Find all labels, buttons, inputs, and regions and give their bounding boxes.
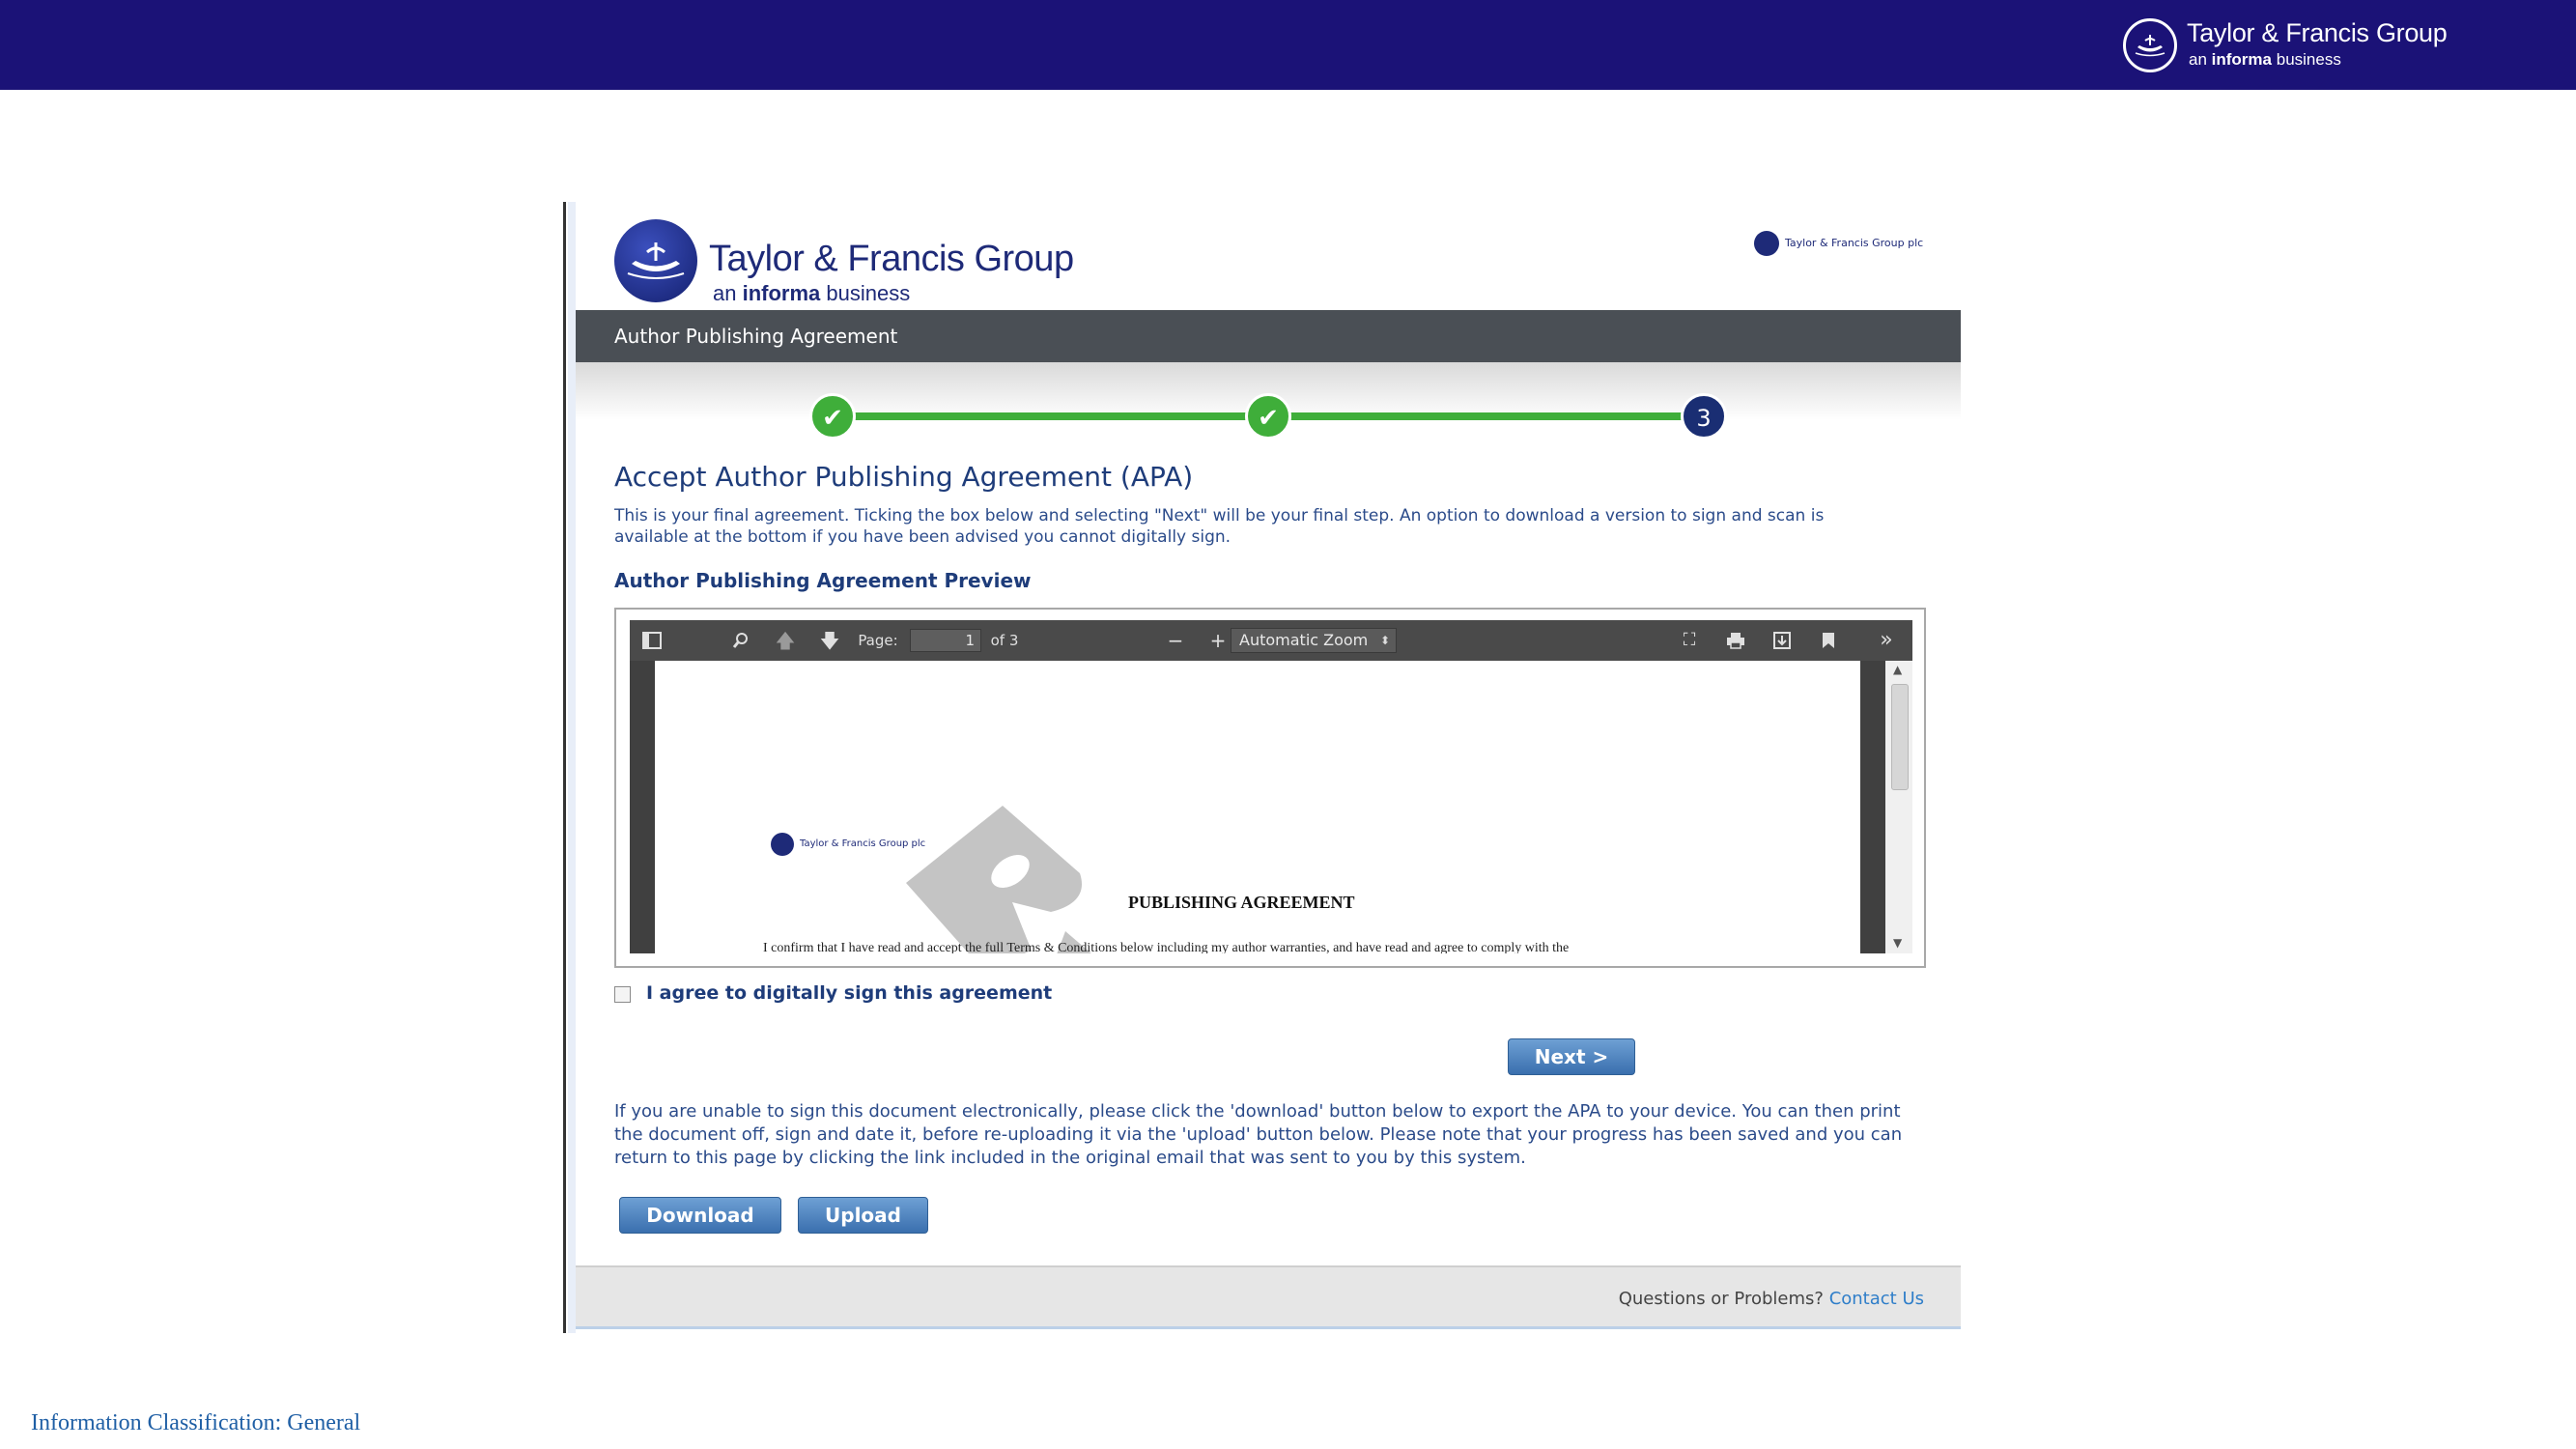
pdf-viewport[interactable]: Taylor & Francis Group plc PUBLISHING AG… (630, 661, 1912, 953)
document-body-line: I confirm that I have read and accept th… (763, 941, 1570, 953)
download-button[interactable]: Download (619, 1197, 781, 1234)
header-logo: Taylor & Francis Group an informa busine… (614, 212, 1097, 308)
arrow-down-icon[interactable]: 🡇 (815, 620, 844, 661)
banner-sub-prefix: an (2189, 50, 2207, 69)
banner-logo: Taylor & Francis Group an informa busine… (2121, 16, 2448, 74)
page-number-input[interactable]: 1 (910, 629, 981, 652)
footer-bar: Questions or Problems? Contact Us (576, 1265, 1961, 1329)
zoom-select[interactable]: Automatic Zoom ⬍ (1231, 628, 1397, 653)
bookmark-icon[interactable] (1814, 620, 1843, 661)
printer-icon[interactable] (1721, 620, 1750, 661)
pdf-page: Taylor & Francis Group plc PUBLISHING AG… (655, 661, 1860, 953)
download-icon[interactable] (1768, 620, 1797, 661)
frame-left-border (563, 202, 566, 1333)
contact-us-link[interactable]: Contact Us (1829, 1289, 1924, 1309)
step-1-complete-check-icon: ✔ (809, 393, 856, 440)
pdf-scrollbar[interactable]: ▲ ▼ (1885, 661, 1912, 953)
next-button[interactable]: Next > (1508, 1038, 1635, 1075)
header-sub-prefix: an (713, 281, 737, 305)
step-2-complete-check-icon: ✔ (1245, 393, 1291, 440)
scrollbar-thumb[interactable] (1891, 684, 1909, 790)
small-logo-text: Taylor & Francis Group plc (1785, 237, 1924, 249)
classification-label: Information Classification: General (31, 1410, 361, 1435)
offline-instructions: If you are unable to sign this document … (614, 1101, 1903, 1168)
minus-icon[interactable]: − (1161, 620, 1190, 661)
small-logo: Taylor & Francis Group plc (1754, 231, 1928, 260)
page-label: Page: (858, 632, 898, 649)
pdf-toolbar: 🡅 🡇 Page: 1 of 3 − + Automatic Zoom ⬍ ⛶ (630, 620, 1912, 661)
lamp-emblem-icon (771, 833, 794, 856)
apa-page-screenshot: Taylor & Francis Group an informa busine… (563, 202, 1961, 1333)
lamp-emblem-icon (1754, 231, 1779, 256)
scroll-up-arrow-icon[interactable]: ▲ (1893, 663, 1902, 676)
preview-heading: Author Publishing Agreement Preview (614, 569, 1032, 592)
header-brand: Taylor & Francis Group (709, 239, 1074, 279)
apa-page: Taylor & Francis Group an informa busine… (576, 202, 1961, 1333)
zoom-value: Automatic Zoom (1239, 631, 1369, 649)
step-3-current: 3 (1681, 393, 1727, 440)
header-sub-suffix: business (826, 281, 911, 305)
document-title: PUBLISHING AGREEMENT (1128, 893, 1355, 912)
top-banner: Taylor & Francis Group an informa busine… (0, 0, 2576, 90)
page-title: Accept Author Publishing Agreement (APA) (614, 461, 1194, 493)
header-subtitle: an informa business (713, 281, 910, 306)
apa-header-bar: Author Publishing Agreement (576, 310, 1961, 362)
pdf-preview: 🡅 🡇 Page: 1 of 3 − + Automatic Zoom ⬍ ⛶ (614, 608, 1926, 968)
footer-question: Questions or Problems? (1618, 1289, 1824, 1309)
double-chevron-right-icon[interactable]: » (1870, 620, 1903, 661)
chevron-up-down-icon: ⬍ (1379, 634, 1390, 647)
frame-left-shade (568, 202, 576, 1333)
plus-icon[interactable]: + (1203, 620, 1232, 661)
arrow-up-icon[interactable]: 🡅 (771, 620, 800, 661)
page-count: of 3 (990, 632, 1019, 649)
agree-checkbox[interactable] (614, 986, 631, 1003)
search-icon[interactable] (726, 620, 755, 661)
fullscreen-icon[interactable]: ⛶ (1675, 620, 1704, 661)
banner-sub-suffix: business (2276, 50, 2341, 69)
progress-stepper: ✔ ✔ 3 (576, 362, 1961, 459)
agree-label[interactable]: I agree to digitally sign this agreement (646, 982, 1052, 1004)
banner-brand: Taylor & Francis Group (2187, 18, 2448, 47)
intro-text: This is your final agreement. Ticking th… (614, 506, 1825, 547)
watermark-shape (906, 806, 1091, 953)
footer-text: Questions or Problems? Contact Us (1619, 1289, 1924, 1309)
header-sub-bold: informa (742, 281, 821, 305)
apa-header-label: Author Publishing Agreement (614, 325, 898, 348)
lamp-emblem-icon (614, 219, 697, 302)
upload-button[interactable]: Upload (798, 1197, 928, 1234)
scroll-down-arrow-icon[interactable]: ▼ (1893, 936, 1902, 950)
banner-sub-bold: informa (2211, 50, 2272, 69)
lamp-emblem-icon (2123, 18, 2177, 72)
banner-subtitle: an informa business (2189, 50, 2341, 70)
sidebar-toggle-icon[interactable] (637, 620, 666, 661)
